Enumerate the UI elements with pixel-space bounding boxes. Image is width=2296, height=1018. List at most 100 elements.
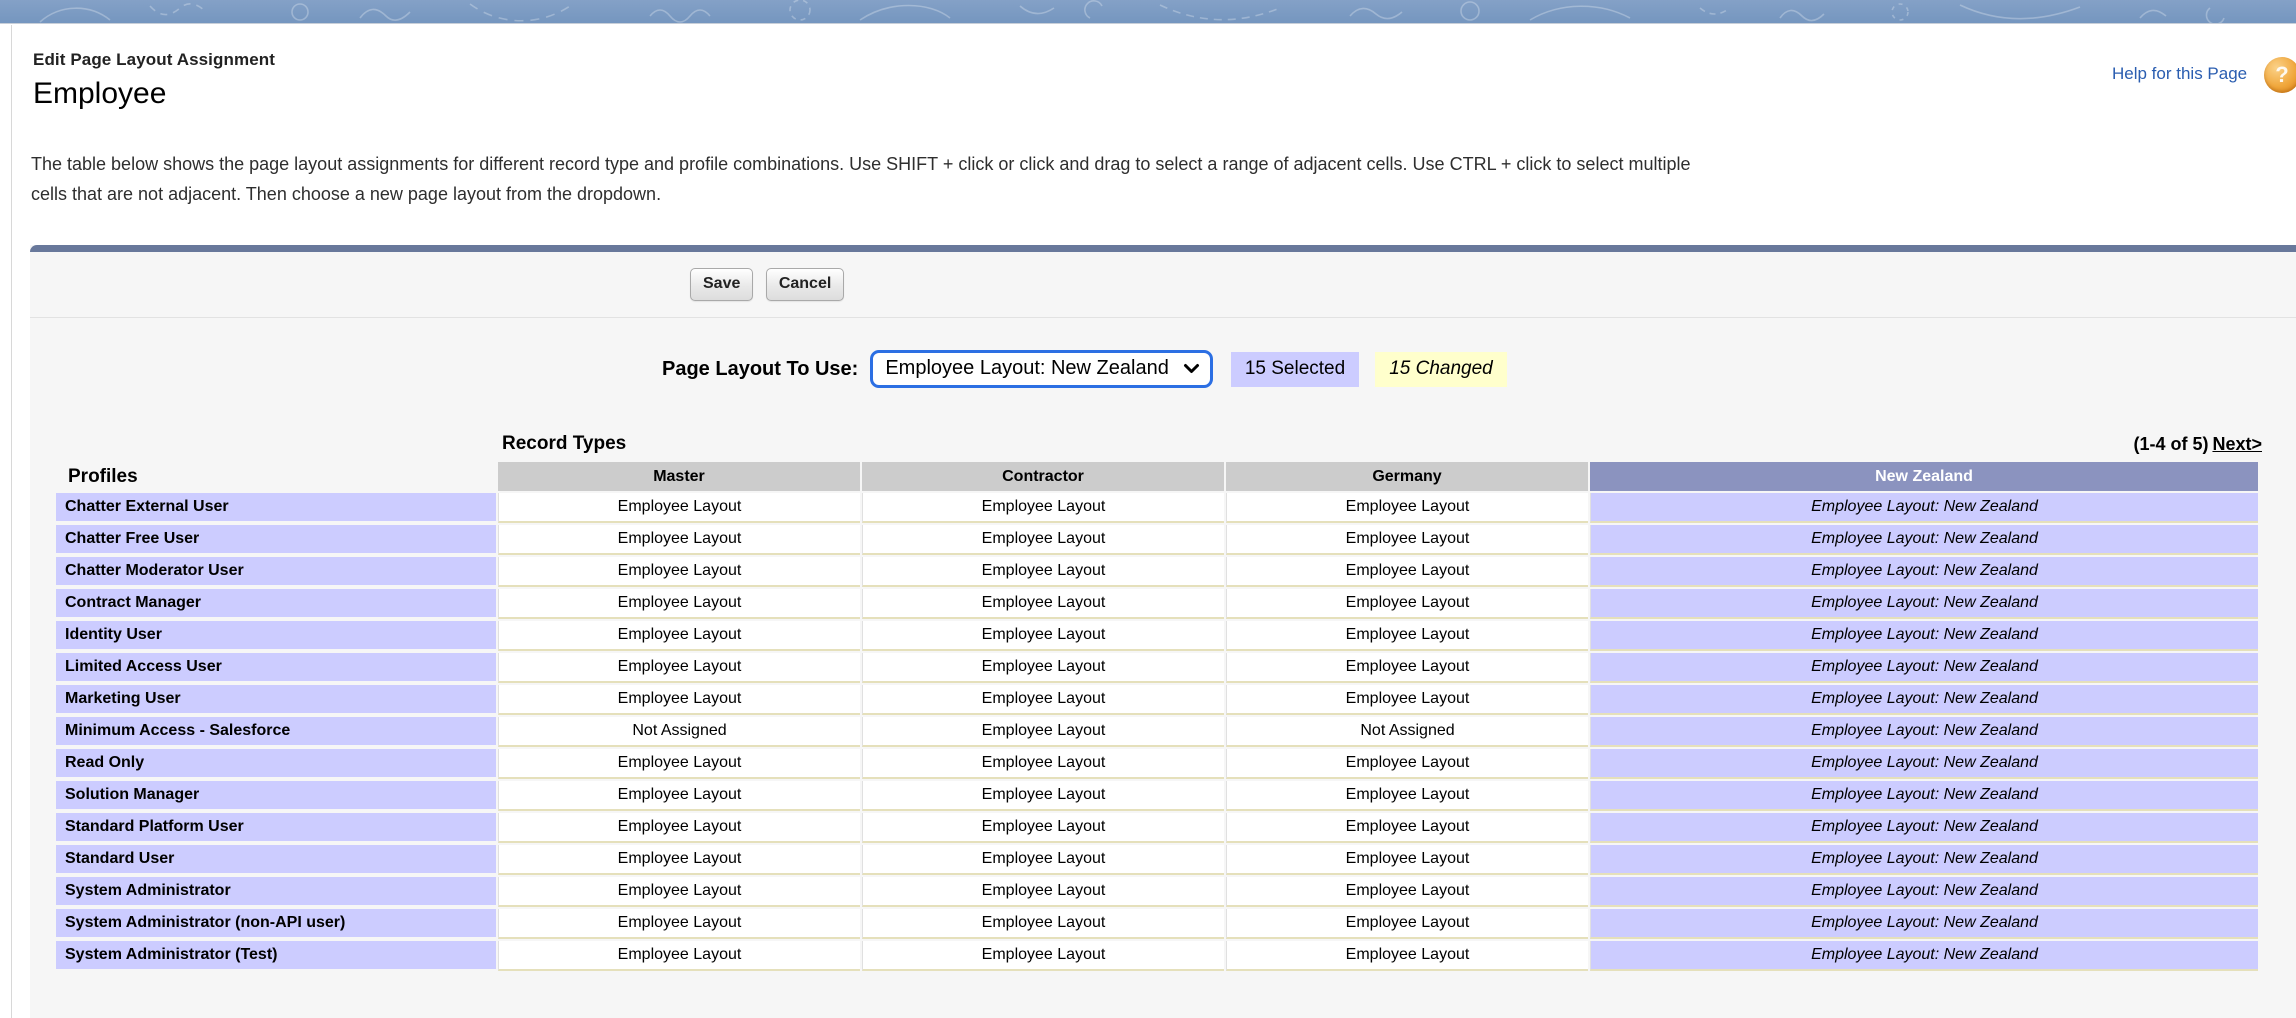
table-row: Chatter Moderator UserEmployee LayoutEmp… (56, 557, 2258, 587)
assignment-cell[interactable]: Employee Layout (862, 877, 1224, 907)
pagination-range: (1-4 of 5) (2133, 434, 2208, 454)
assignment-cell[interactable]: Employee Layout (498, 941, 860, 971)
assignment-cell[interactable]: Employee Layout (862, 493, 1224, 523)
selected-count-badge: 15 Selected (1231, 352, 1359, 387)
assignment-cell[interactable]: Employee Layout (1226, 621, 1588, 651)
profile-cell[interactable]: Standard Platform User (56, 813, 496, 843)
assignment-cell[interactable]: Employee Layout (1226, 909, 1588, 939)
profile-cell[interactable]: Read Only (56, 749, 496, 779)
assignment-cell[interactable]: Employee Layout (862, 781, 1224, 811)
assignment-cell[interactable]: Employee Layout (498, 781, 860, 811)
save-button[interactable]: Save (690, 268, 753, 301)
table-row: Chatter Free UserEmployee LayoutEmployee… (56, 525, 2258, 555)
assignment-cell[interactable]: Employee Layout (498, 525, 860, 555)
assignment-cell[interactable]: Employee Layout (862, 749, 1224, 779)
assignment-cell[interactable]: Employee Layout: New Zealand (1590, 525, 2258, 555)
assignment-cell[interactable]: Employee Layout (1226, 493, 1588, 523)
layout-table-body: Chatter External UserEmployee LayoutEmpl… (56, 493, 2258, 971)
assignment-cell[interactable]: Employee Layout (1226, 781, 1588, 811)
page-description: The table below shows the page layout as… (31, 149, 1690, 209)
assignment-cell[interactable]: Employee Layout (498, 557, 860, 587)
assignment-cell[interactable]: Employee Layout (498, 845, 860, 875)
assignment-cell[interactable]: Employee Layout: New Zealand (1590, 941, 2258, 971)
table-row: System Administrator (non-API user)Emplo… (56, 909, 2258, 939)
profile-cell[interactable]: Limited Access User (56, 653, 496, 683)
assignment-cell[interactable]: Employee Layout (498, 653, 860, 683)
assignment-cell[interactable]: Employee Layout (862, 941, 1224, 971)
assignment-cell[interactable]: Employee Layout (498, 589, 860, 619)
profile-cell[interactable]: System Administrator (non-API user) (56, 909, 496, 939)
assignment-cell[interactable]: Employee Layout: New Zealand (1590, 685, 2258, 715)
profile-cell[interactable]: Marketing User (56, 685, 496, 715)
column-header-master[interactable]: Master (498, 462, 860, 491)
assignment-cell[interactable]: Employee Layout (498, 749, 860, 779)
column-header-germany[interactable]: Germany (1226, 462, 1588, 491)
assignment-cell[interactable]: Employee Layout (498, 621, 860, 651)
profile-cell[interactable]: Identity User (56, 621, 496, 651)
assignment-cell[interactable]: Employee Layout: New Zealand (1590, 781, 2258, 811)
assignment-cell[interactable]: Employee Layout (1226, 749, 1588, 779)
profile-cell[interactable]: Chatter Free User (56, 525, 496, 555)
assignment-cell[interactable]: Not Assigned (1226, 717, 1588, 747)
assignment-cell[interactable]: Employee Layout (1226, 557, 1588, 587)
description-line-2: cells that are not adjacent. Then choose… (31, 179, 1690, 209)
table-row: System Administrator (Test)Employee Layo… (56, 941, 2258, 971)
assignment-cell[interactable]: Employee Layout (1226, 525, 1588, 555)
assignment-cell[interactable]: Employee Layout (498, 685, 860, 715)
assignment-cell[interactable]: Employee Layout: New Zealand (1590, 653, 2258, 683)
table-row: Solution ManagerEmployee LayoutEmployee … (56, 781, 2258, 811)
assignment-cell[interactable]: Employee Layout (1226, 653, 1588, 683)
assignment-cell[interactable]: Employee Layout (498, 813, 860, 843)
assignment-cell[interactable]: Employee Layout: New Zealand (1590, 493, 2258, 523)
help-icon[interactable]: ? (2264, 57, 2296, 93)
profile-cell[interactable]: Chatter Moderator User (56, 557, 496, 587)
assignment-cell[interactable]: Employee Layout: New Zealand (1590, 621, 2258, 651)
changed-count-badge: 15 Changed (1375, 352, 1507, 387)
help-link[interactable]: Help for this Page (2112, 64, 2247, 84)
assignment-cell[interactable]: Employee Layout (862, 845, 1224, 875)
assignment-cell[interactable]: Employee Layout (1226, 941, 1588, 971)
assignment-cell[interactable]: Employee Layout: New Zealand (1590, 909, 2258, 939)
table-row: Identity UserEmployee LayoutEmployee Lay… (56, 621, 2258, 651)
assignment-cell[interactable]: Employee Layout (862, 653, 1224, 683)
pagination-next-link[interactable]: Next> (2212, 434, 2262, 454)
assignment-cell[interactable]: Employee Layout (862, 525, 1224, 555)
assignment-cell[interactable]: Employee Layout: New Zealand (1590, 717, 2258, 747)
assignment-cell[interactable]: Employee Layout (862, 621, 1224, 651)
assignment-cell[interactable]: Employee Layout (862, 909, 1224, 939)
column-header-new-zealand[interactable]: New Zealand (1590, 462, 2258, 491)
assignment-cell[interactable]: Employee Layout (1226, 813, 1588, 843)
profile-cell[interactable]: Minimum Access - Salesforce (56, 717, 496, 747)
assignment-cell[interactable]: Employee Layout: New Zealand (1590, 557, 2258, 587)
table-row: Minimum Access - SalesforceNot AssignedE… (56, 717, 2258, 747)
profile-cell[interactable]: Contract Manager (56, 589, 496, 619)
assignment-cell[interactable]: Employee Layout (862, 589, 1224, 619)
cancel-button[interactable]: Cancel (766, 268, 844, 301)
window-edge-divider (11, 25, 12, 1018)
assignment-cell[interactable]: Employee Layout: New Zealand (1590, 749, 2258, 779)
assignment-cell[interactable]: Employee Layout (498, 493, 860, 523)
assignment-cell[interactable]: Employee Layout (498, 909, 860, 939)
assignment-cell[interactable]: Employee Layout (862, 717, 1224, 747)
profile-cell[interactable]: Standard User (56, 845, 496, 875)
assignment-cell[interactable]: Not Assigned (498, 717, 860, 747)
column-header-contractor[interactable]: Contractor (862, 462, 1224, 491)
assignment-cell[interactable]: Employee Layout (862, 685, 1224, 715)
assignment-cell[interactable]: Employee Layout: New Zealand (1590, 589, 2258, 619)
assignment-cell[interactable]: Employee Layout: New Zealand (1590, 813, 2258, 843)
assignment-cell[interactable]: Employee Layout (1226, 589, 1588, 619)
assignment-cell[interactable]: Employee Layout (862, 557, 1224, 587)
panel-top-bar (30, 245, 2296, 252)
assignment-cell[interactable]: Employee Layout (1226, 877, 1588, 907)
page-layout-select[interactable]: Employee Layout: New Zealand (870, 350, 1213, 388)
assignment-cell[interactable]: Employee Layout (1226, 685, 1588, 715)
assignment-cell[interactable]: Employee Layout (1226, 845, 1588, 875)
assignment-cell[interactable]: Employee Layout (498, 877, 860, 907)
assignment-cell[interactable]: Employee Layout (862, 813, 1224, 843)
profile-cell[interactable]: Solution Manager (56, 781, 496, 811)
assignment-cell[interactable]: Employee Layout: New Zealand (1590, 845, 2258, 875)
profile-cell[interactable]: System Administrator (56, 877, 496, 907)
assignment-cell[interactable]: Employee Layout: New Zealand (1590, 877, 2258, 907)
profile-cell[interactable]: System Administrator (Test) (56, 941, 496, 971)
profile-cell[interactable]: Chatter External User (56, 493, 496, 523)
